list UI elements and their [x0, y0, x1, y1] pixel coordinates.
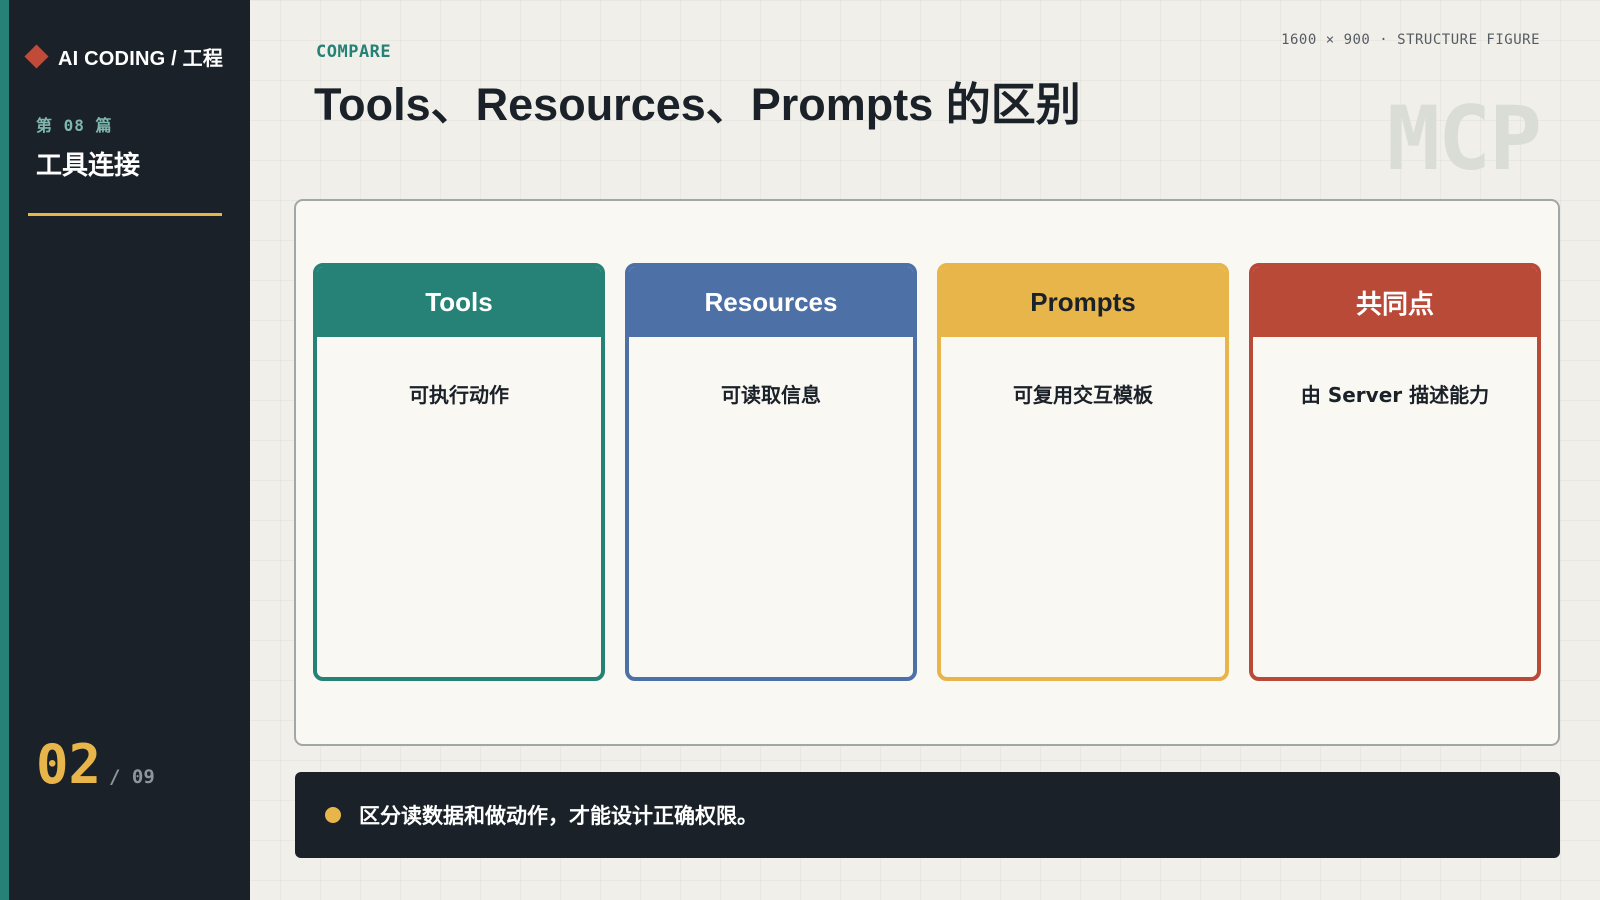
brand-text: AI CODING / 工程	[58, 48, 224, 70]
page-title: Tools、Resources、Prompts 的区别	[314, 79, 1081, 130]
page-counter: 02 / 09	[36, 738, 155, 792]
section-eyebrow: COMPARE	[316, 42, 392, 62]
watermark: MCP	[1387, 87, 1542, 190]
card-header: 共同点	[1253, 267, 1537, 337]
brand: AI CODING / 工程	[24, 42, 224, 71]
card-header: Resources	[629, 267, 913, 337]
sidebar: AI CODING / 工程 第 08 篇 工具连接 02 / 09	[0, 0, 250, 900]
card-resources: Resources 可读取信息	[625, 263, 917, 681]
card-header: Tools	[317, 267, 601, 337]
card-body: 由 Server 描述能力	[1300, 383, 1490, 407]
bullet-dot-icon	[325, 807, 341, 823]
card-prompts: Prompts 可复用交互模板	[937, 263, 1229, 681]
sidebar-divider	[28, 213, 222, 216]
chapter-label: 第 08 篇	[36, 116, 113, 135]
card-tools: Tools 可执行动作	[313, 263, 605, 681]
figure-meta-label: 1600 × 900 · STRUCTURE FIGURE	[1281, 32, 1540, 48]
page-current: 02	[36, 733, 102, 796]
diamond-icon	[24, 44, 49, 69]
note-text: 区分读数据和做动作，才能设计正确权限。	[359, 804, 758, 828]
chapter-title: 工具连接	[36, 151, 141, 181]
card-body: 可执行动作	[409, 383, 509, 407]
sidebar-accent-bar	[0, 0, 9, 900]
card-body: 可读取信息	[721, 383, 821, 407]
note-bar: 区分读数据和做动作，才能设计正确权限。	[295, 772, 1560, 858]
card-body: 可复用交互模板	[1013, 383, 1153, 407]
card-header: Prompts	[941, 267, 1225, 337]
card-common: 共同点 由 Server 描述能力	[1249, 263, 1541, 681]
page-total: / 09	[109, 766, 155, 788]
